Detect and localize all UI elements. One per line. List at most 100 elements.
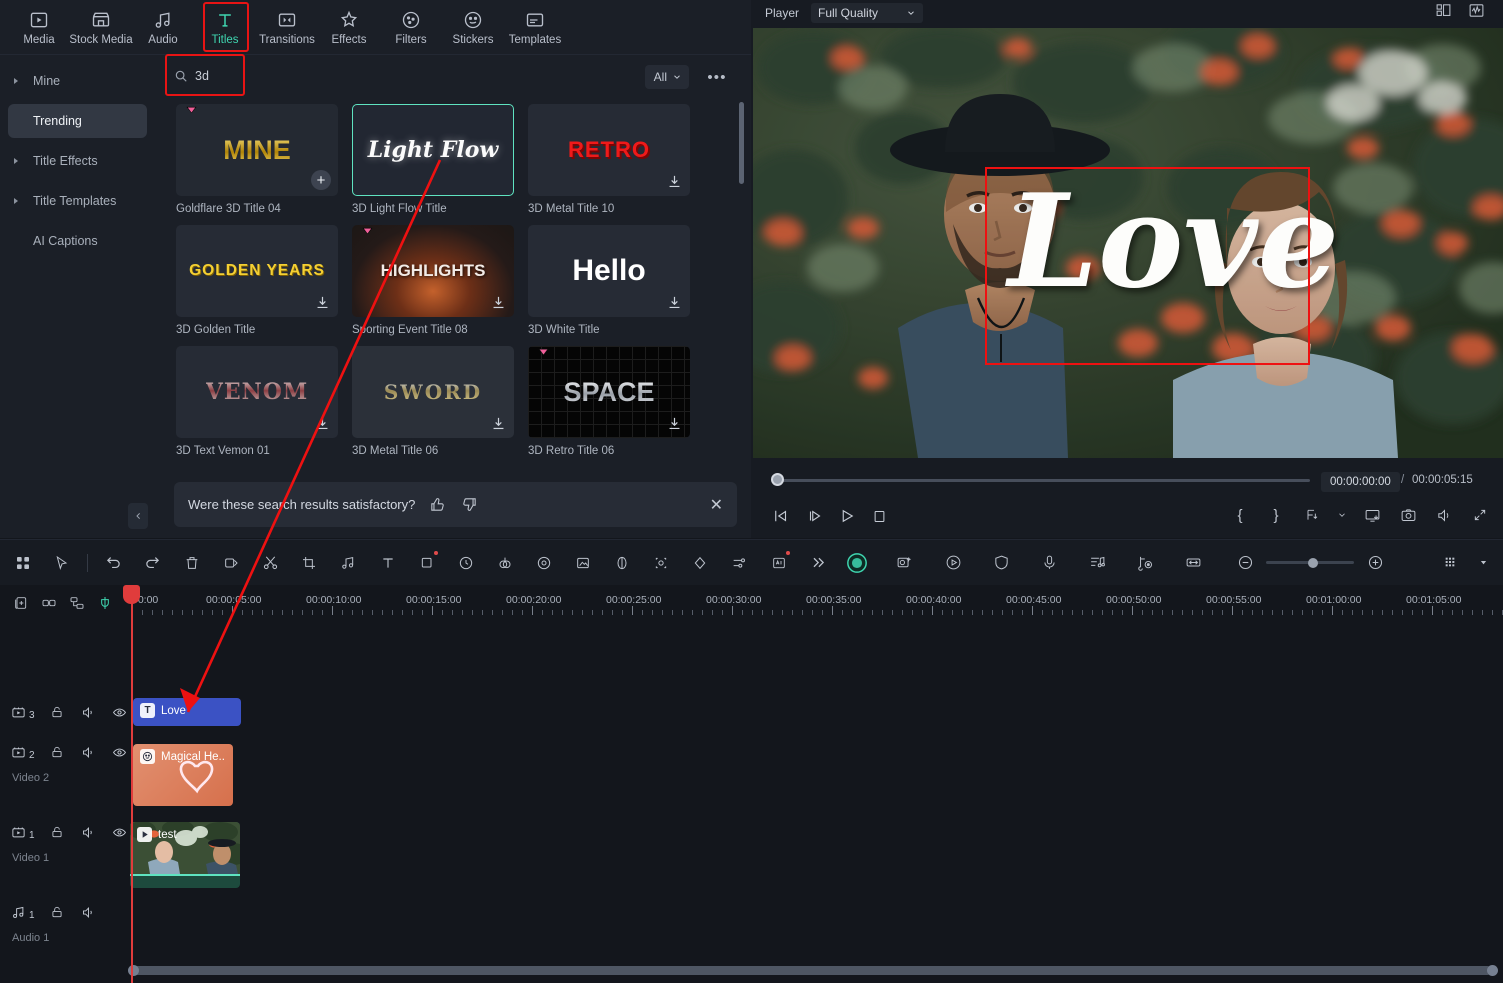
template-card[interactable]: RETRO 3D Metal Title 10	[528, 104, 690, 215]
crop-rotate-icon[interactable]	[414, 550, 439, 576]
add-track-icon[interactable]	[8, 590, 34, 616]
template-card[interactable]: HIGHLIGHTS Sporting Event Title 08	[352, 225, 514, 336]
chevron-down-icon[interactable]	[1337, 502, 1347, 528]
add-template-button[interactable]: +	[311, 170, 331, 190]
template-thumbnail[interactable]: Hello	[528, 225, 690, 317]
lock-icon[interactable]	[49, 824, 66, 841]
keyframe-add-icon[interactable]	[649, 550, 674, 576]
tab-filters[interactable]: Filters	[380, 2, 442, 52]
auto-beat-sync-icon[interactable]	[1133, 550, 1158, 576]
download-icon[interactable]	[490, 294, 507, 311]
crop-tool-icon[interactable]	[219, 550, 244, 576]
mark-out-icon[interactable]: }	[1265, 502, 1287, 528]
sidebar-item-title-effects[interactable]: Title Effects	[8, 144, 147, 178]
scrollbar-right-handle[interactable]	[1487, 965, 1498, 976]
visibility-icon[interactable]	[111, 704, 128, 721]
template-thumbnail[interactable]: HIGHLIGHTS	[352, 225, 514, 317]
template-thumbnail[interactable]: RETRO	[528, 104, 690, 196]
export-frame-icon[interactable]	[1301, 502, 1323, 528]
split-scissors-icon[interactable]	[258, 550, 283, 576]
tab-stock-media[interactable]: Stock Media	[69, 2, 133, 52]
auto-caption-icon[interactable]	[766, 550, 791, 576]
filter-dropdown[interactable]: All	[644, 65, 689, 89]
ai-smart-cutout-icon[interactable]	[892, 550, 917, 576]
scrollbar-left-handle[interactable]	[128, 965, 139, 976]
crop-frame-icon[interactable]	[297, 550, 322, 576]
tab-stickers[interactable]: Stickers	[442, 2, 504, 52]
mute-icon[interactable]	[80, 744, 97, 761]
sidebar-item-mine[interactable]: Mine	[8, 64, 147, 98]
download-icon[interactable]	[666, 294, 683, 311]
more-options-button[interactable]: •••	[705, 65, 729, 89]
sidebar-item-title-templates[interactable]: Title Templates	[8, 184, 147, 218]
visibility-icon[interactable]	[111, 744, 128, 761]
sidebar-item-ai-captions[interactable]: AI Captions	[8, 224, 147, 258]
mark-in-icon[interactable]: {	[1229, 502, 1251, 528]
tab-transitions[interactable]: Transitions	[256, 2, 318, 52]
template-card[interactable]: GOLDEN YEARS 3D Golden Title	[176, 225, 338, 336]
preview-stage[interactable]: Love	[753, 28, 1503, 458]
speed-icon[interactable]	[453, 550, 478, 576]
template-card[interactable]: SPACE 3D Retro Title 06	[528, 346, 690, 457]
previous-frame-button[interactable]	[767, 502, 795, 530]
playhead[interactable]	[123, 585, 140, 983]
download-icon[interactable]	[314, 294, 331, 311]
library-scrollbar[interactable]	[739, 102, 744, 530]
download-icon[interactable]	[666, 173, 683, 190]
zoom-out-icon[interactable]	[1232, 550, 1258, 576]
fit-to-timeline-icon[interactable]	[1181, 550, 1206, 576]
thumbs-down-icon[interactable]	[459, 495, 479, 515]
ai-copilot-icon[interactable]	[844, 550, 869, 576]
template-thumbnail[interactable]: VENOM	[176, 346, 338, 438]
select-tool-icon[interactable]	[49, 550, 74, 576]
audio-mixer-icon[interactable]	[1085, 550, 1110, 576]
scrollbar-thumb[interactable]	[132, 966, 1492, 975]
lock-icon[interactable]	[49, 744, 66, 761]
redo-icon[interactable]	[140, 550, 165, 576]
seek-track[interactable]	[775, 479, 1310, 482]
stabilize-icon[interactable]	[610, 550, 635, 576]
mask-icon[interactable]	[688, 550, 713, 576]
download-icon[interactable]	[490, 415, 507, 432]
fullscreen-icon[interactable]	[1469, 502, 1491, 528]
more-tools-icon[interactable]	[805, 550, 830, 576]
adjust-icon[interactable]	[727, 550, 752, 576]
layout-grid-icon[interactable]	[10, 550, 35, 576]
current-timecode[interactable]: 00:00:00:00	[1321, 472, 1400, 492]
thumbs-up-icon[interactable]	[427, 495, 447, 515]
shield-icon[interactable]	[989, 550, 1014, 576]
chevron-down-icon[interactable]	[1477, 550, 1489, 576]
visibility-icon[interactable]	[111, 824, 128, 841]
template-thumbnail[interactable]: Light Flow	[352, 104, 514, 196]
zoom-slider-handle[interactable]	[1308, 557, 1319, 568]
text-tool-icon[interactable]	[375, 550, 400, 576]
tab-templates[interactable]: Templates	[504, 2, 566, 52]
template-card[interactable]: VENOM 3D Text Vemon 01	[176, 346, 338, 457]
template-card[interactable]: MINE + Goldflare 3D Title 04	[176, 104, 338, 215]
group-clips-icon[interactable]	[64, 590, 90, 616]
template-card[interactable]: Light Flow 3D Light Flow Title	[352, 104, 514, 215]
overlay-selection-box[interactable]	[985, 167, 1310, 365]
clip-love[interactable]: T Love	[133, 698, 241, 726]
microphone-icon[interactable]	[1037, 550, 1062, 576]
record-voiceover-icon[interactable]	[940, 550, 965, 576]
quality-dropdown[interactable]: Full Quality	[811, 3, 924, 23]
next-frame-button[interactable]	[801, 502, 829, 530]
volume-icon[interactable]	[1433, 502, 1455, 528]
tab-audio[interactable]: Audio	[132, 2, 194, 52]
download-icon[interactable]	[314, 415, 331, 432]
tab-effects[interactable]: Effects	[318, 2, 380, 52]
playhead-handle[interactable]	[123, 585, 140, 604]
grid-view-icon[interactable]	[1435, 2, 1452, 24]
search-input[interactable]: 3d	[174, 63, 324, 89]
play-button[interactable]	[833, 502, 861, 530]
clip-magical-heart[interactable]: Magical He..	[133, 744, 233, 806]
mute-icon[interactable]	[80, 704, 97, 721]
template-thumbnail[interactable]: SWORD	[352, 346, 514, 438]
timeline-horizontal-scrollbar[interactable]	[128, 965, 1498, 976]
timeline-ruler[interactable]: 00:00 00:00:05:00 00:00:10:00 00:00:15:0…	[128, 585, 1503, 620]
snapshot-icon[interactable]	[1397, 502, 1419, 528]
waveform-monitor-icon[interactable]	[1468, 2, 1485, 24]
template-thumbnail[interactable]: SPACE	[528, 346, 690, 438]
lock-icon[interactable]	[49, 904, 66, 921]
